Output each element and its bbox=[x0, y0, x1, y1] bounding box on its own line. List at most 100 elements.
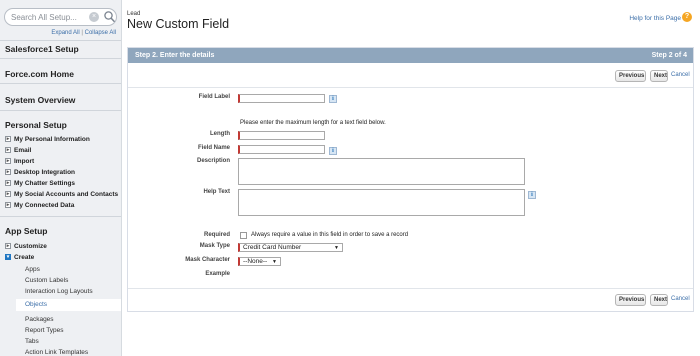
sidebar-subitem-objects[interactable]: Objects bbox=[16, 299, 121, 311]
mask-type-label: Mask Type bbox=[199, 243, 230, 249]
required-checkbox[interactable] bbox=[240, 232, 247, 239]
info-icon[interactable]: i bbox=[528, 191, 536, 199]
dropdown-arrow-icon: ▼ bbox=[272, 259, 277, 265]
info-icon[interactable]: i bbox=[329, 147, 337, 155]
collapse-icon: ▾ bbox=[5, 254, 11, 261]
sidebar-item-label: My Connected Data bbox=[14, 202, 75, 209]
description-textarea[interactable] bbox=[238, 158, 525, 185]
required-option-text: Always require a value in this field in … bbox=[251, 232, 409, 238]
field-label-input[interactable] bbox=[238, 94, 325, 103]
expand-icon: ▸ bbox=[5, 169, 11, 176]
expand-all-link[interactable]: Expand All bbox=[51, 30, 79, 36]
sidebar-subitem-interaction-log-layouts[interactable]: Interaction Log Layouts bbox=[25, 288, 93, 295]
length-instructions: Please enter the maximum length for a te… bbox=[240, 120, 386, 126]
expand-icon: ▸ bbox=[5, 158, 11, 165]
sidebar-item-label: Desktop Integration bbox=[14, 169, 76, 176]
length-input[interactable] bbox=[238, 131, 325, 140]
sidebar-section-app-setup: App Setup bbox=[0, 226, 121, 236]
help-icon[interactable]: ? bbox=[682, 12, 692, 22]
sidebar-section-label: System Overview bbox=[5, 95, 76, 105]
step-header: Step 2. Enter the details Step 2 of 4 bbox=[128, 48, 693, 63]
mask-character-label: Mask Character bbox=[185, 257, 230, 263]
divider bbox=[128, 288, 693, 289]
main-content: Lead New Custom Field Help for this Page… bbox=[122, 0, 700, 356]
sidebar-section-system-overview[interactable]: System Overview bbox=[0, 95, 121, 105]
divider bbox=[128, 87, 693, 88]
sidebar-item-label: Customize bbox=[14, 243, 47, 250]
sidebar-divider bbox=[0, 40, 121, 41]
sidebar-item-my-chatter-settings[interactable]: ▸ My Chatter Settings bbox=[5, 180, 75, 187]
step-panel: Step 2. Enter the details Step 2 of 4 Pr… bbox=[127, 47, 694, 312]
sidebar-item-desktop-integration[interactable]: ▸ Desktop Integration bbox=[5, 169, 75, 176]
setup-search-box: × bbox=[4, 8, 117, 26]
expand-icon: ▸ bbox=[5, 202, 11, 209]
cancel-link-top[interactable]: Cancel bbox=[671, 72, 690, 78]
app-setup-heading: App Setup bbox=[5, 226, 48, 236]
field-name-input[interactable] bbox=[238, 145, 325, 154]
field-label-label: Field Label bbox=[198, 94, 230, 100]
expand-collapse-links: Expand All | Collapse All bbox=[51, 30, 116, 36]
personal-setup-heading: Personal Setup bbox=[5, 120, 67, 130]
sidebar-item-label: My Chatter Settings bbox=[14, 180, 76, 187]
setup-search-input[interactable] bbox=[11, 11, 81, 24]
sidebar-divider bbox=[0, 110, 121, 111]
page-title: New Custom Field bbox=[127, 17, 230, 31]
sidebar-subitem-report-types[interactable]: Report Types bbox=[25, 327, 64, 334]
sidebar-section-force-home[interactable]: Force.com Home bbox=[0, 69, 121, 79]
expand-icon: ▸ bbox=[5, 147, 11, 154]
help-text-label: Help Text bbox=[203, 189, 230, 195]
expand-icon: ▸ bbox=[5, 136, 11, 143]
expand-icon: ▸ bbox=[5, 191, 11, 198]
setup-sidebar: × Expand All | Collapse All Salesforce1 … bbox=[0, 0, 122, 356]
help-for-this-page-link[interactable]: Help for this Page bbox=[629, 15, 681, 22]
sidebar-item-import[interactable]: ▸ Import bbox=[5, 158, 34, 165]
sidebar-item-email[interactable]: ▸ Email bbox=[5, 147, 31, 154]
sidebar-item-label: Import bbox=[14, 158, 35, 165]
sidebar-section-label: Salesforce1 Setup bbox=[5, 44, 79, 54]
field-name-label: Field Name bbox=[197, 145, 230, 151]
info-icon[interactable]: i bbox=[329, 95, 337, 103]
sidebar-item-label: Create bbox=[14, 254, 35, 261]
sidebar-subitem-apps[interactable]: Apps bbox=[25, 266, 40, 273]
sidebar-divider bbox=[0, 58, 121, 59]
sidebar-section-salesforce1[interactable]: Salesforce1 Setup bbox=[0, 44, 121, 54]
sidebar-item-my-connected-data[interactable]: ▸ My Connected Data bbox=[5, 202, 74, 209]
description-label: Description bbox=[196, 158, 230, 164]
step-counter: Step 2 of 4 bbox=[651, 52, 687, 59]
example-label: Example bbox=[205, 271, 230, 277]
required-label: Required bbox=[203, 232, 230, 238]
sidebar-item-my-social-accounts[interactable]: ▸ My Social Accounts and Contacts bbox=[5, 191, 118, 198]
step-title: Step 2. Enter the details bbox=[135, 52, 215, 59]
sidebar-subitem-packages[interactable]: Packages bbox=[25, 316, 54, 323]
sidebar-subitem-tabs[interactable]: Tabs bbox=[25, 338, 39, 345]
expand-icon: ▸ bbox=[5, 243, 11, 250]
sidebar-subitem-custom-labels[interactable]: Custom Labels bbox=[25, 277, 68, 284]
clear-search-icon[interactable]: × bbox=[89, 12, 99, 22]
previous-button-bottom[interactable]: Previous bbox=[615, 294, 646, 306]
sidebar-item-create[interactable]: ▾ Create bbox=[5, 254, 34, 261]
sidebar-divider bbox=[0, 83, 121, 84]
previous-button-top[interactable]: Previous bbox=[615, 70, 646, 82]
sidebar-item-label: My Personal Information bbox=[14, 136, 90, 143]
sidebar-divider bbox=[0, 216, 121, 217]
help-text-textarea[interactable] bbox=[238, 189, 525, 216]
expand-icon: ▸ bbox=[5, 180, 11, 187]
collapse-all-link[interactable]: Collapse All bbox=[85, 30, 116, 36]
mask-type-select[interactable]: Credit Card Number ▼ bbox=[238, 243, 343, 252]
sidebar-section-personal-setup: Personal Setup bbox=[0, 120, 121, 130]
sidebar-item-my-personal-information[interactable]: ▸ My Personal Information bbox=[5, 136, 90, 143]
sidebar-item-customize[interactable]: ▸ Customize bbox=[5, 243, 47, 250]
length-label: Length bbox=[210, 131, 230, 137]
link-separator: | bbox=[81, 30, 83, 36]
sidebar-item-label: Email bbox=[14, 147, 32, 154]
mask-character-value: --None-- bbox=[243, 258, 268, 265]
dropdown-arrow-icon: ▼ bbox=[334, 245, 339, 251]
mask-type-value: Credit Card Number bbox=[243, 244, 302, 251]
cancel-link-bottom[interactable]: Cancel bbox=[671, 296, 690, 302]
search-icon[interactable] bbox=[103, 10, 116, 24]
sidebar-subitem-action-link-templates[interactable]: Action Link Templates bbox=[25, 349, 88, 356]
mask-character-select[interactable]: --None-- ▼ bbox=[238, 257, 281, 266]
next-button-top[interactable]: Next bbox=[650, 70, 668, 82]
sidebar-section-label: Force.com Home bbox=[5, 69, 74, 79]
next-button-bottom[interactable]: Next bbox=[650, 294, 668, 306]
